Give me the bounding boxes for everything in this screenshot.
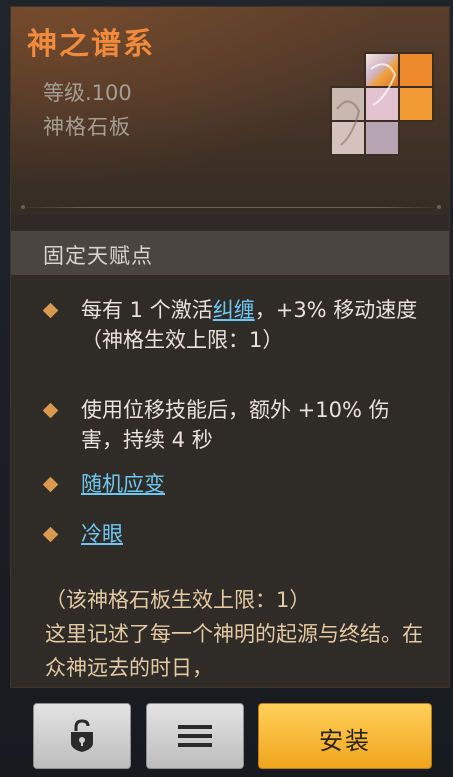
- lore-description: 这里记述了每一个神明的起源与终结。在众神远去的时日，: [45, 622, 423, 680]
- diamond-bullet-icon: [42, 476, 59, 493]
- talent-link-entanglement[interactable]: 纠缠: [213, 298, 255, 322]
- install-button[interactable]: 安装: [258, 703, 432, 769]
- lock-button[interactable]: [33, 703, 131, 769]
- talent-text: 每有 1 个激活纠缠，+3% 移动速度（神格生效上限：1）: [81, 298, 418, 352]
- tooltip-header: 神之谱系 等级.100 神格石板: [11, 7, 449, 215]
- talent-link-cold-eye[interactable]: 冷眼: [81, 522, 123, 546]
- menu-button[interactable]: [146, 703, 244, 769]
- fixed-talent-header: 固定天赋点: [11, 231, 449, 275]
- god-slate-icon: [330, 52, 434, 156]
- slate-limit-text: （该神格石板生效上限：1）: [45, 588, 311, 612]
- talent-link-improvise[interactable]: 随机应变: [81, 472, 165, 496]
- diamond-bullet-icon: [42, 526, 59, 543]
- lore-text-block: （该神格石板生效上限：1） 这里记述了每一个神明的起源与终结。在众神远去的时日，: [45, 583, 425, 685]
- unlock-shield-icon: [71, 719, 93, 752]
- tooltip-body: 每有 1 个激活纠缠，+3% 移动速度（神格生效上限：1） 使用位移技能后，额外…: [11, 275, 449, 687]
- game-screen: 神之谱系 等级.100 神格石板 固定天赋点 每有 1 个激活纠缠，+3% 移动…: [0, 0, 453, 777]
- diamond-bullet-icon: [42, 402, 59, 419]
- item-tooltip-panel: 神之谱系 等级.100 神格石板 固定天赋点 每有 1 个激活纠缠，+3% 移动…: [10, 6, 450, 688]
- header-divider: [19, 205, 443, 209]
- item-title: 神之谱系: [27, 27, 155, 62]
- install-button-label: 安装: [319, 727, 371, 755]
- talent-text: 使用位移技能后，额外 +10% 伤害，持续 4 秒: [81, 398, 390, 452]
- item-type: 神格石板: [43, 115, 131, 139]
- diamond-bullet-icon: [42, 302, 59, 319]
- item-level: 等级.100: [43, 81, 132, 105]
- menu-icon: [178, 725, 212, 747]
- fixed-talent-title: 固定天赋点: [43, 244, 153, 268]
